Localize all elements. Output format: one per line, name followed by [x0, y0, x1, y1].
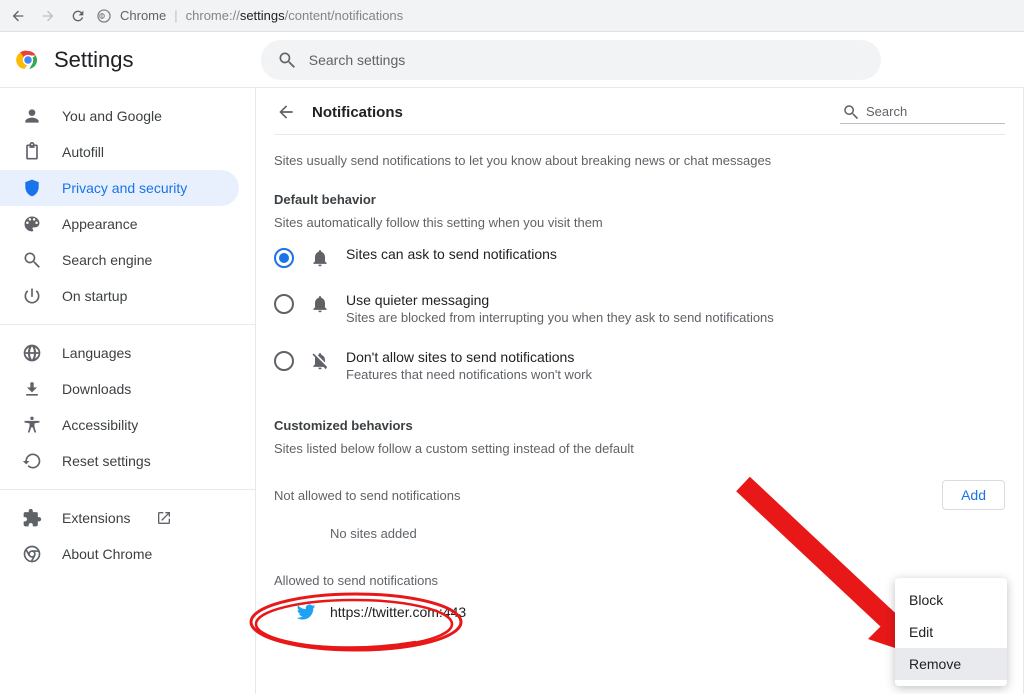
sidebar-item-about-chrome[interactable]: About Chrome	[0, 536, 239, 572]
intro-text: Sites usually send notifications to let …	[274, 135, 1005, 168]
person-icon	[22, 106, 42, 126]
sidebar-divider	[0, 489, 255, 490]
sidebar-item-accessibility[interactable]: Accessibility	[0, 407, 239, 443]
context-menu: Block Edit Remove	[895, 578, 1007, 686]
extension-icon	[22, 508, 42, 528]
palette-icon	[22, 214, 42, 234]
search-icon	[22, 250, 42, 270]
bell-icon	[310, 294, 330, 314]
sidebar-label: Accessibility	[62, 417, 138, 433]
sidebar-item-appearance[interactable]: Appearance	[0, 206, 239, 242]
sidebar-item-on-startup[interactable]: On startup	[0, 278, 239, 314]
radio-icon[interactable]	[274, 248, 294, 268]
chrome-logo-icon	[16, 48, 40, 72]
back-arrow-icon[interactable]	[274, 100, 298, 124]
radio-icon[interactable]	[274, 351, 294, 371]
address-bar[interactable]: Chrome | chrome://settings/content/notif…	[96, 8, 403, 24]
bell-icon	[310, 248, 330, 268]
url-bold: settings	[240, 8, 285, 23]
sidebar-item-languages[interactable]: Languages	[0, 335, 239, 371]
address-product: Chrome	[120, 8, 166, 23]
sidebar-label: You and Google	[62, 108, 162, 124]
restore-icon	[22, 451, 42, 471]
radio-option-dont-allow[interactable]: Don't allow sites to send notifications …	[274, 337, 1005, 394]
sidebar-label: Extensions	[62, 510, 130, 526]
customized-subtitle: Sites listed below follow a custom setti…	[274, 433, 1005, 460]
sidebar-item-downloads[interactable]: Downloads	[0, 371, 239, 407]
sidebar-item-privacy-security[interactable]: Privacy and security	[0, 170, 239, 206]
search-icon	[277, 50, 297, 70]
bell-off-icon	[310, 351, 330, 371]
nav-icons	[10, 8, 86, 24]
clipboard-icon	[22, 142, 42, 162]
settings-title: Settings	[54, 47, 134, 73]
not-allowed-head: Not allowed to send notifications Add	[274, 460, 1005, 510]
default-behavior-title: Default behavior	[274, 168, 1005, 207]
reload-icon[interactable]	[70, 8, 86, 24]
page-head: Notifications Search	[274, 100, 1005, 135]
sidebar-item-autofill[interactable]: Autofill	[0, 134, 239, 170]
sidebar-item-search-engine[interactable]: Search engine	[0, 242, 239, 278]
back-icon[interactable]	[10, 8, 26, 24]
customized-title: Customized behaviors	[274, 394, 1005, 433]
url-suffix: /content/notifications	[285, 8, 404, 23]
menu-item-edit[interactable]: Edit	[895, 616, 1007, 648]
url-prefix: chrome://	[186, 8, 240, 23]
radio-sublabel: Sites are blocked from interrupting you …	[346, 310, 774, 325]
in-page-search[interactable]: Search	[840, 101, 1005, 124]
radio-sublabel: Features that need notifications won't w…	[346, 367, 592, 382]
add-button[interactable]: Add	[942, 480, 1005, 510]
browser-chrome-bar: Chrome | chrome://settings/content/notif…	[0, 0, 1024, 32]
menu-item-remove[interactable]: Remove	[895, 648, 1007, 680]
no-sites-text: No sites added	[274, 510, 1005, 541]
radio-label: Don't allow sites to send notifications	[346, 349, 592, 365]
settings-header: Settings Search settings	[0, 32, 1024, 88]
sidebar-divider	[0, 324, 255, 325]
address-separator: |	[174, 8, 177, 23]
sidebar-label: On startup	[62, 288, 127, 304]
in-page-search-placeholder: Search	[866, 104, 907, 119]
sidebar-label: Privacy and security	[62, 180, 187, 196]
forward-icon[interactable]	[40, 8, 56, 24]
default-behavior-subtitle: Sites automatically follow this setting …	[274, 207, 1005, 234]
page-title: Notifications	[312, 104, 826, 121]
sidebar-item-you-and-google[interactable]: You and Google	[0, 98, 239, 134]
radio-icon[interactable]	[274, 294, 294, 314]
search-icon	[842, 103, 860, 121]
radio-label: Use quieter messaging	[346, 292, 774, 308]
shield-icon	[22, 178, 42, 198]
sidebar-label: Autofill	[62, 144, 104, 160]
site-info-icon[interactable]	[96, 8, 112, 24]
sidebar-label: Languages	[62, 345, 131, 361]
open-in-new-icon	[156, 510, 172, 526]
download-icon	[22, 379, 42, 399]
not-allowed-label: Not allowed to send notifications	[274, 488, 460, 503]
sidebar-item-extensions[interactable]: Extensions	[0, 500, 239, 536]
radio-label: Sites can ask to send notifications	[346, 246, 557, 262]
radio-option-ask[interactable]: Sites can ask to send notifications	[274, 234, 1005, 280]
sidebar-label: Search engine	[62, 252, 152, 268]
sidebar-label: Appearance	[62, 216, 138, 232]
globe-icon	[22, 343, 42, 363]
twitter-icon	[296, 602, 316, 622]
settings-search[interactable]: Search settings	[261, 40, 881, 80]
site-url: https://twitter.com:443	[330, 604, 466, 620]
menu-item-block[interactable]: Block	[895, 584, 1007, 616]
accessibility-icon	[22, 415, 42, 435]
power-icon	[22, 286, 42, 306]
radio-option-quieter[interactable]: Use quieter messaging Sites are blocked …	[274, 280, 1005, 337]
sidebar-label: Downloads	[62, 381, 131, 397]
main-content: Notifications Search Sites usually send …	[255, 88, 1024, 694]
sidebar: You and Google Autofill Privacy and secu…	[0, 88, 255, 694]
chrome-outline-icon	[22, 544, 42, 564]
search-placeholder: Search settings	[309, 52, 406, 68]
sidebar-label: Reset settings	[62, 453, 151, 469]
sidebar-label: About Chrome	[62, 546, 152, 562]
sidebar-item-reset-settings[interactable]: Reset settings	[0, 443, 239, 479]
